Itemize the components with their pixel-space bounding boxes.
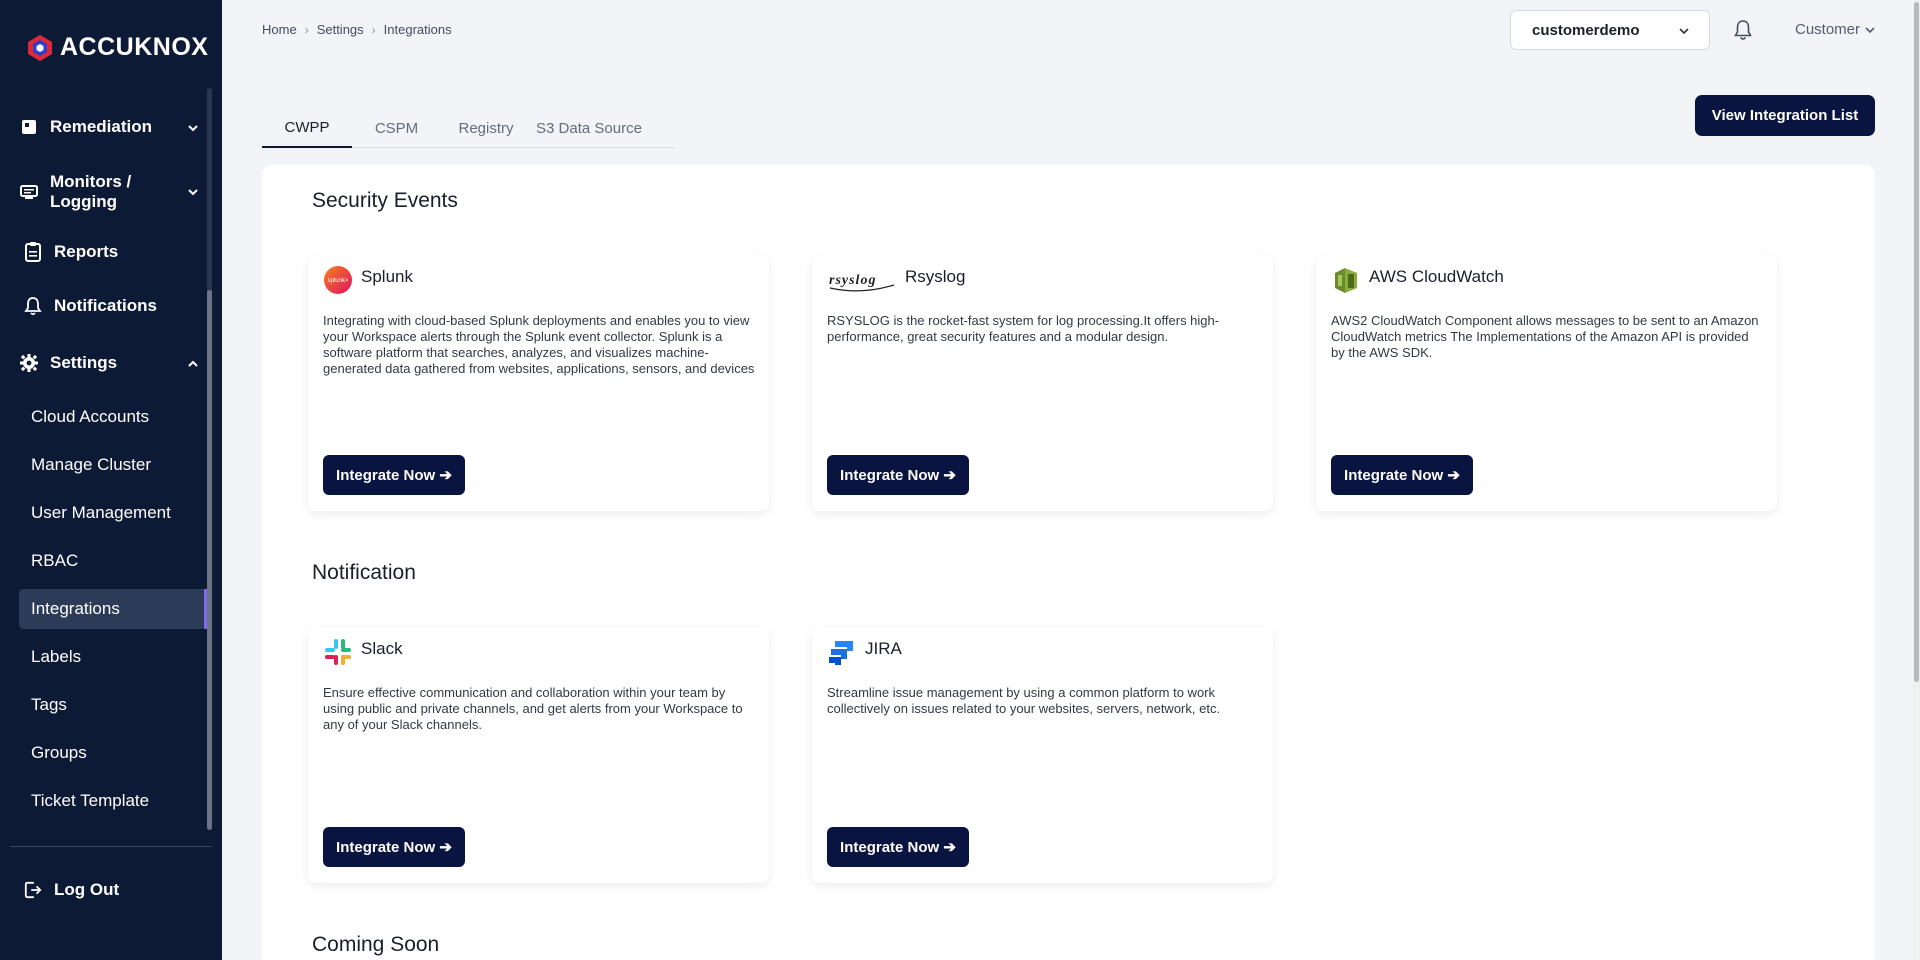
sidebar-scrollbar-thumb[interactable] — [207, 290, 212, 830]
card-description: AWS2 CloudWatch Component allows message… — [1331, 313, 1759, 360]
rsyslog-logo-text: rsyslog — [829, 273, 876, 288]
integration-card-splunk: splunk> Splunk Integrating with cloud-ba… — [308, 255, 769, 511]
card-description: Integrating with cloud-based Splunk depl… — [323, 313, 755, 376]
integrations-panel: Security Events splunk> Splunk Integrati… — [262, 165, 1875, 960]
section-title-coming-soon: Coming Soon — [312, 933, 440, 956]
tenant-select[interactable]: customerdemo — [1510, 10, 1710, 50]
card-title: Splunk — [361, 267, 413, 286]
sidebar-item-label: Reports — [54, 242, 119, 261]
sidebar-sub-rbac[interactable]: RBAC — [19, 541, 206, 581]
integrate-now-button[interactable]: Integrate Now ➔ — [323, 455, 465, 495]
section-title-notification: Notification — [312, 561, 416, 584]
splunk-logo-text: splunk> — [328, 278, 349, 284]
user-menu[interactable]: Customer — [1795, 21, 1876, 38]
card-description: Ensure effective communication and colla… — [323, 685, 743, 732]
sidebar-item-label: Monitors / Logging — [50, 172, 132, 211]
splunk-icon: splunk> — [323, 265, 353, 295]
integration-tabs: CWPP CSPM Registry S3 Data Source — [262, 108, 675, 148]
integrate-now-button[interactable]: Integrate Now ➔ — [827, 827, 969, 867]
breadcrumb-integrations[interactable]: Integrations — [384, 22, 452, 37]
breadcrumb-settings[interactable]: Settings — [317, 22, 364, 37]
card-title: AWS CloudWatch — [1369, 267, 1504, 286]
sidebar-sub-manage-cluster[interactable]: Manage Cluster — [19, 445, 206, 485]
sidebar-item-label: Remediation — [50, 117, 153, 136]
chevron-right-icon: › — [304, 22, 309, 37]
tab-s3-data-source[interactable]: S3 Data Source — [531, 108, 647, 148]
card-description: Streamline issue management by using a c… — [827, 685, 1221, 716]
sidebar-sub-labels[interactable]: Labels — [19, 637, 206, 677]
logo-text: AccuKnox — [60, 33, 209, 61]
sidebar-item-notifications[interactable]: Notifications — [24, 295, 204, 317]
sidebar-item-label: Notifications — [54, 296, 157, 315]
sidebar-item-remediation[interactable]: Remediation — [20, 116, 200, 138]
jira-icon — [827, 637, 857, 667]
chevron-down-icon — [1865, 26, 1875, 33]
sidebar-sub-tags[interactable]: Tags — [19, 685, 206, 725]
chevron-right-icon: › — [371, 22, 376, 37]
sidebar-item-settings[interactable]: Settings — [20, 352, 200, 374]
integration-card-jira: JIRA Streamline issue management by usin… — [812, 627, 1273, 883]
reports-icon — [24, 242, 42, 262]
sidebar-sub-integrations[interactable]: Integrations — [19, 589, 208, 629]
sidebar-item-label: Settings — [50, 353, 118, 372]
integration-card-aws-cloudwatch: AWS CloudWatch AWS2 CloudWatch Component… — [1316, 255, 1777, 511]
slack-icon — [323, 637, 353, 667]
sidebar: AccuKnox Remediation Monitors / Logging … — [0, 0, 222, 960]
integration-card-slack: Slack Ensure effective communication and… — [308, 627, 769, 883]
card-description: RSYSLOG is the rocket-fast system for lo… — [827, 313, 1220, 344]
logout-label: Log Out — [54, 880, 120, 899]
integrate-now-button[interactable]: Integrate Now ➔ — [1331, 455, 1473, 495]
sidebar-sub-user-management[interactable]: User Management — [19, 493, 206, 533]
accuknox-logo-icon — [28, 34, 52, 61]
breadcrumb-home[interactable]: Home — [262, 22, 297, 37]
sidebar-item-reports[interactable]: Reports — [24, 241, 204, 263]
tab-cspm[interactable]: CSPM — [352, 108, 441, 148]
chevron-down-icon — [188, 189, 198, 196]
gear-icon — [20, 354, 38, 372]
page-scrollbar-thumb[interactable] — [1914, 2, 1919, 682]
tenant-value: customerdemo — [1532, 21, 1640, 39]
sidebar-item-monitors-logging[interactable]: Monitors / Logging — [20, 172, 200, 212]
chevron-up-icon — [188, 360, 198, 367]
logout-icon — [24, 881, 42, 899]
integrate-now-button[interactable]: Integrate Now ➔ — [827, 455, 969, 495]
monitor-icon — [20, 183, 38, 201]
remediation-icon — [20, 118, 38, 136]
integrate-now-button[interactable]: Integrate Now ➔ — [323, 827, 465, 867]
sidebar-sub-cloud-accounts[interactable]: Cloud Accounts — [19, 397, 206, 437]
sidebar-sub-groups[interactable]: Groups — [19, 733, 206, 773]
chevron-down-icon — [1679, 28, 1689, 35]
user-name: Customer — [1795, 21, 1861, 38]
accuknox-logo[interactable]: AccuKnox — [26, 33, 208, 62]
card-title: Slack — [361, 639, 403, 658]
sidebar-sub-ticket-template[interactable]: Ticket Template — [19, 781, 206, 821]
logout-button[interactable]: Log Out — [24, 878, 204, 902]
chevron-down-icon — [188, 125, 198, 132]
card-title: Rsyslog — [905, 267, 966, 286]
card-title: JIRA — [865, 639, 902, 658]
sidebar-divider — [10, 846, 212, 847]
tab-cwpp[interactable]: CWPP — [262, 108, 352, 148]
breadcrumb: Home › Settings › Integrations — [262, 22, 452, 37]
view-integration-list-button[interactable]: View Integration List — [1695, 95, 1875, 136]
bell-icon — [24, 297, 42, 316]
rsyslog-icon: rsyslog — [827, 265, 897, 295]
aws-cloudwatch-icon — [1331, 265, 1361, 295]
notification-bell-icon[interactable] — [1732, 18, 1754, 42]
section-title-security-events: Security Events — [312, 189, 458, 212]
tab-registry[interactable]: Registry — [441, 108, 531, 148]
integration-card-rsyslog: rsyslog Rsyslog RSYSLOG is the rocket-fa… — [812, 255, 1273, 511]
